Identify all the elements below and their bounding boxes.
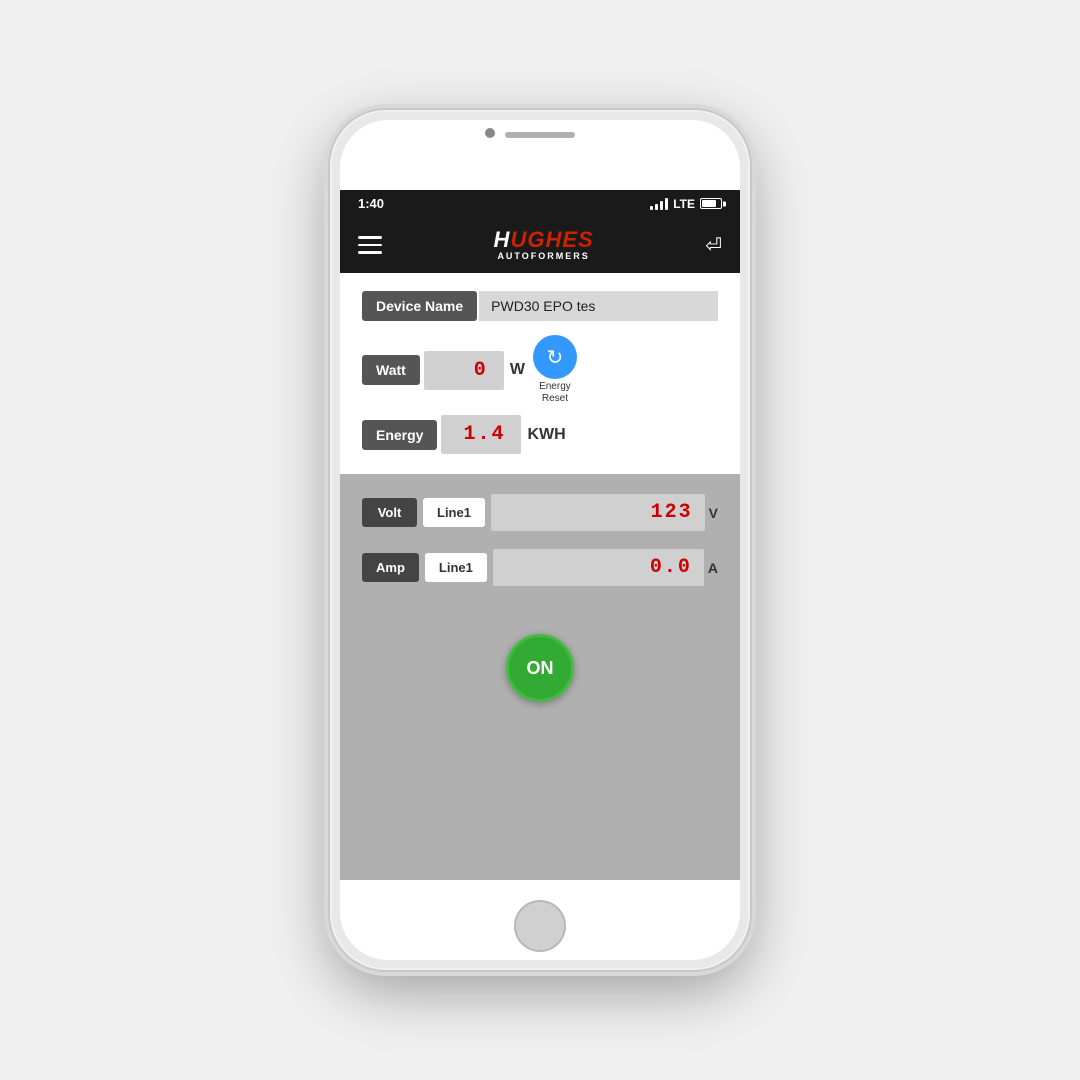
watt-label: Watt: [362, 355, 420, 385]
status-time: 1:40: [358, 196, 384, 211]
speaker: [505, 132, 575, 138]
energy-label: Energy: [362, 420, 437, 450]
device-name-label: Device Name: [362, 291, 477, 321]
screen: 1:40 LTE: [340, 190, 740, 880]
signal-bar-3: [660, 201, 663, 210]
signal-bar-1: [650, 206, 653, 210]
watt-display: 0: [424, 351, 504, 390]
white-section: Device Name PWD30 EPO tes Watt 0 W ↻ Ene…: [340, 273, 740, 474]
energy-value: 1.4: [463, 423, 505, 446]
watt-row: Watt 0 W ↻ EnergyReset: [362, 335, 718, 405]
energy-reset-label: EnergyReset: [539, 381, 571, 405]
hamburger-line-2: [358, 244, 382, 247]
energy-unit: KWH: [527, 426, 565, 444]
home-button[interactable]: [514, 900, 566, 952]
amp-line-label: Line1: [425, 553, 487, 582]
app-header: HUGHES AUTOFORMERS ⏎: [340, 217, 740, 273]
watt-value: 0: [474, 359, 488, 382]
phone-inner: 1:40 LTE: [340, 120, 740, 960]
on-button[interactable]: ON: [506, 634, 574, 702]
hamburger-menu[interactable]: [358, 236, 382, 254]
device-name-row: Device Name PWD30 EPO tes: [362, 291, 718, 321]
back-button[interactable]: ⏎: [705, 233, 722, 258]
signal-bars: [650, 198, 668, 210]
battery-fill: [702, 200, 716, 207]
amp-value: 0.0: [650, 556, 692, 579]
energy-reset-icon: ↻: [533, 335, 577, 379]
energy-display: 1.4: [441, 415, 521, 454]
volt-row: Volt Line1 123 V: [362, 494, 718, 531]
logo-text: HUGHES: [494, 229, 594, 251]
status-right: LTE: [650, 197, 722, 211]
energy-reset-button[interactable]: ↻ EnergyReset: [533, 335, 577, 405]
amp-row: Amp Line1 0.0 A: [362, 549, 718, 586]
camera: [485, 128, 495, 138]
volt-line-label: Line1: [423, 498, 485, 527]
volt-display: 123: [491, 494, 705, 531]
hamburger-line-3: [358, 251, 382, 254]
battery-icon: [700, 198, 722, 209]
lte-label: LTE: [673, 197, 695, 211]
logo: HUGHES AUTOFORMERS: [494, 229, 594, 261]
phone-frame: 1:40 LTE: [330, 110, 750, 970]
energy-row: Energy 1.4 KWH: [362, 415, 718, 454]
gray-section: Volt Line1 123 V Amp Line1 0.0: [340, 474, 740, 880]
logo-sub: AUTOFORMERS: [497, 251, 589, 261]
volt-label: Volt: [362, 498, 417, 527]
device-name-value: PWD30 EPO tes: [479, 291, 718, 321]
hamburger-line-1: [358, 236, 382, 239]
status-bar: 1:40 LTE: [340, 190, 740, 217]
amp-display: 0.0: [493, 549, 704, 586]
signal-bar-2: [655, 204, 658, 210]
signal-bar-4: [665, 198, 668, 210]
logo-h: H: [494, 227, 511, 252]
amp-unit: A: [708, 560, 718, 576]
volt-value: 123: [651, 501, 693, 524]
logo-rest: UGHES: [510, 227, 593, 252]
watt-unit: W: [510, 361, 525, 379]
amp-label: Amp: [362, 553, 419, 582]
volt-unit: V: [709, 505, 718, 521]
main-content: Device Name PWD30 EPO tes Watt 0 W ↻ Ene…: [340, 273, 740, 880]
